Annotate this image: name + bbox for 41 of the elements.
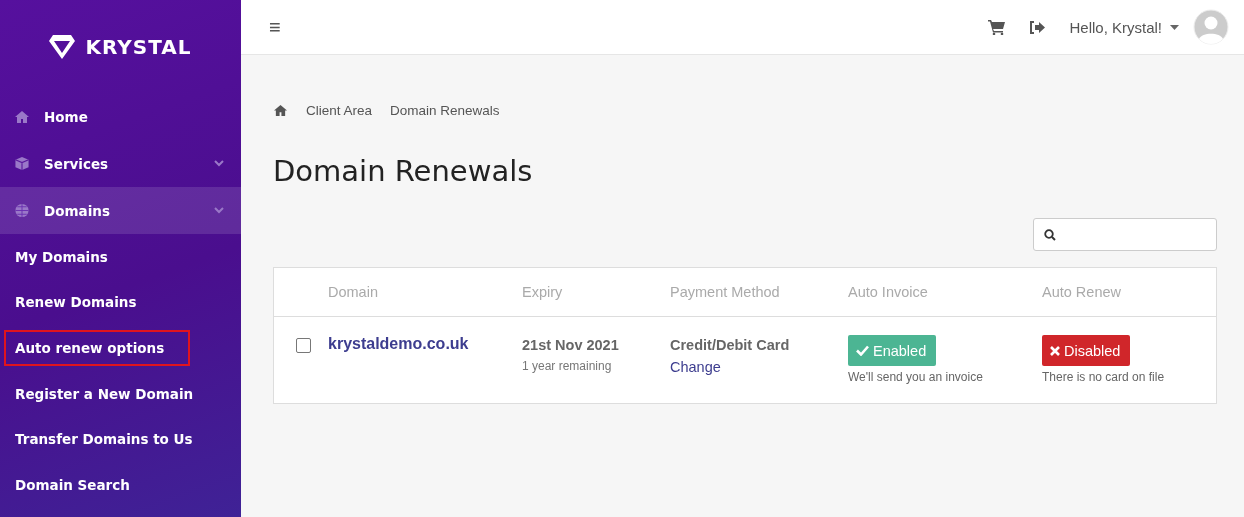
nav-item[interactable]: Home bbox=[0, 93, 241, 140]
nav-subitem[interactable]: Transfer Domains to Us bbox=[4, 421, 204, 458]
column-header: Auto Renew bbox=[1042, 284, 1121, 300]
cart-icon[interactable] bbox=[988, 19, 1006, 35]
column-header: Domain bbox=[328, 284, 378, 300]
status-button[interactable]: Disabled bbox=[1042, 335, 1131, 366]
globe-icon bbox=[14, 203, 30, 218]
check-icon bbox=[856, 345, 869, 356]
cube-icon bbox=[14, 156, 30, 171]
column-header: Expiry bbox=[522, 284, 563, 300]
home-icon[interactable] bbox=[273, 104, 288, 117]
column-header: Payment Method bbox=[670, 284, 780, 300]
status-note: There is no card on file bbox=[1042, 370, 1166, 384]
nav-subitem[interactable]: Auto renew options bbox=[4, 330, 191, 366]
user-menu[interactable]: Hello, Krystal! bbox=[1069, 18, 1179, 36]
domain-link[interactable]: krystaldemo.co.uk bbox=[328, 335, 469, 352]
menu-button[interactable]: ≡ bbox=[265, 15, 285, 39]
home-icon bbox=[14, 109, 30, 124]
nav-subitem[interactable]: My Domains bbox=[4, 238, 119, 275]
status-note: We'll send you an invoice bbox=[848, 370, 984, 384]
brand-name: KRYSTAL bbox=[85, 34, 192, 59]
column-header: Auto Invoice bbox=[848, 284, 928, 300]
payment-method: Credit/Debit Card bbox=[670, 337, 791, 353]
nav-item[interactable]: Services bbox=[0, 140, 241, 187]
change-link[interactable]: Change bbox=[670, 359, 848, 375]
checkbox[interactable] bbox=[295, 338, 311, 353]
search-icon bbox=[1044, 228, 1056, 241]
logout-icon[interactable] bbox=[1029, 20, 1046, 34]
caret-icon bbox=[1170, 24, 1179, 30]
breadcrumb-item[interactable]: Client Area bbox=[306, 103, 373, 118]
gem-logo-icon bbox=[49, 34, 76, 59]
nav-subitem[interactable]: Domain Search bbox=[4, 466, 141, 503]
page-title: Domain Renewals bbox=[273, 154, 534, 188]
search-field[interactable] bbox=[1033, 218, 1217, 251]
breadcrumb-item: Domain Renewals bbox=[390, 103, 500, 118]
close-icon bbox=[1050, 345, 1060, 356]
expiry-date: 21st Nov 2021 bbox=[522, 337, 620, 353]
nav-subitem[interactable]: Renew Domains bbox=[4, 284, 148, 321]
time-remaining: 1 year remaining bbox=[522, 359, 613, 373]
nav-item[interactable]: Domains bbox=[0, 187, 241, 234]
nav-subitem[interactable]: Register a New Domain bbox=[4, 375, 205, 412]
